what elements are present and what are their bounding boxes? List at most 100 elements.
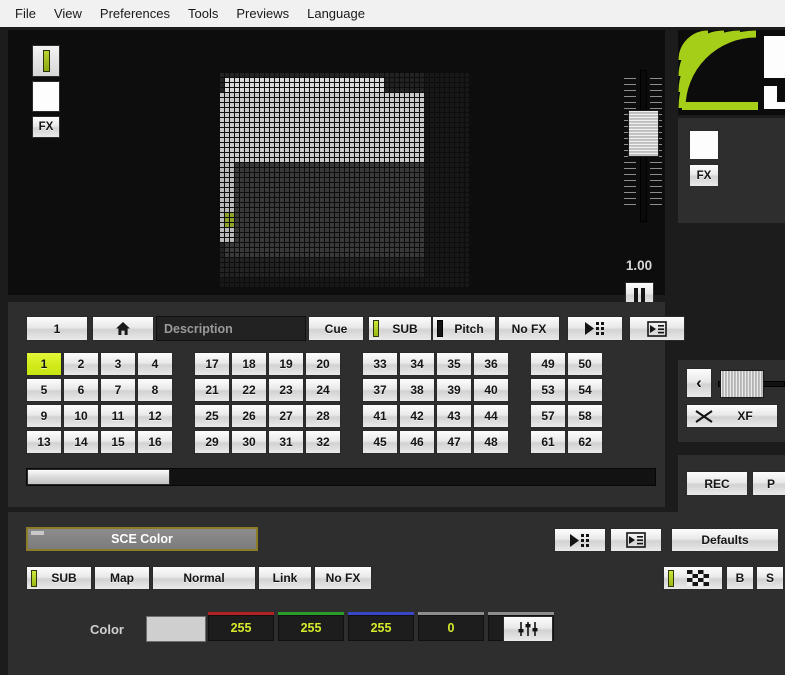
sce-no-fx-button[interactable]: No FX — [314, 566, 372, 590]
xf-button[interactable]: XF — [686, 404, 778, 428]
sce-link-button[interactable]: Link — [258, 566, 312, 590]
cue-button-23[interactable]: 23 — [268, 378, 304, 402]
color-channel-1[interactable]: 255 — [278, 612, 344, 641]
cue-button-50[interactable]: 50 — [567, 352, 603, 376]
cue-button-30[interactable]: 30 — [231, 430, 267, 454]
color-channel-value[interactable]: 0 — [418, 615, 484, 641]
color-channel-2[interactable]: 255 — [348, 612, 414, 641]
color-sliders-button[interactable] — [503, 616, 553, 642]
cue-button-10[interactable]: 10 — [63, 404, 99, 428]
cue-button-19[interactable]: 19 — [268, 352, 304, 376]
cue-button-15[interactable]: 15 — [100, 430, 136, 454]
green-bar-button[interactable] — [32, 45, 60, 77]
cue-button-49[interactable]: 49 — [530, 352, 566, 376]
crossfade-prev-button[interactable]: ‹ — [686, 368, 712, 398]
cue-button-22[interactable]: 22 — [231, 378, 267, 402]
fader-knob[interactable] — [628, 110, 659, 157]
cue-button-26[interactable]: 26 — [231, 404, 267, 428]
cue-button-54[interactable]: 54 — [567, 378, 603, 402]
cue-scrollbar[interactable] — [26, 468, 656, 486]
cue-scrollbar-thumb[interactable] — [27, 469, 170, 485]
cue-button-7[interactable]: 7 — [100, 378, 136, 402]
sce-b-button[interactable]: B — [726, 566, 754, 590]
cue-button-21[interactable]: 21 — [194, 378, 230, 402]
cue-button-61[interactable]: 61 — [530, 430, 566, 454]
pitch-button[interactable]: Pitch — [432, 316, 496, 341]
cue-button-37[interactable]: 37 — [362, 378, 398, 402]
fx-button[interactable]: FX — [689, 164, 719, 187]
cue-button-42[interactable]: 42 — [399, 404, 435, 428]
cue-button-48[interactable]: 48 — [473, 430, 509, 454]
cue-button-53[interactable]: 53 — [530, 378, 566, 402]
defaults-button[interactable]: Defaults — [671, 528, 779, 552]
cue-button-45[interactable]: 45 — [362, 430, 398, 454]
sce-step-sequence-button[interactable] — [554, 528, 606, 552]
cue-button-46[interactable]: 46 — [399, 430, 435, 454]
cue-button-5[interactable]: 5 — [26, 378, 62, 402]
cue-button-58[interactable]: 58 — [567, 404, 603, 428]
menu-item-tools[interactable]: Tools — [179, 3, 227, 24]
sce-title-button[interactable]: SCE Color — [26, 527, 258, 551]
sce-map-button[interactable]: Map — [94, 566, 150, 590]
cue-button-25[interactable]: 25 — [194, 404, 230, 428]
sce-checker-button[interactable] — [663, 566, 723, 590]
cue-button-16[interactable]: 16 — [137, 430, 173, 454]
cue-button-32[interactable]: 32 — [305, 430, 341, 454]
cue-button[interactable]: Cue — [308, 316, 364, 341]
color-swatch[interactable] — [146, 616, 206, 642]
step-sequence-button[interactable] — [567, 316, 623, 341]
cue-button-17[interactable]: 17 — [194, 352, 230, 376]
home-button[interactable] — [92, 316, 154, 341]
cue-button-3[interactable]: 3 — [100, 352, 136, 376]
sce-sub-button[interactable]: SUB — [26, 566, 92, 590]
cue-button-47[interactable]: 47 — [436, 430, 472, 454]
cue-button-1[interactable]: 1 — [26, 352, 62, 376]
sub-button[interactable]: SUB — [368, 316, 432, 341]
cue-button-28[interactable]: 28 — [305, 404, 341, 428]
no-fx-button[interactable]: No FX — [498, 316, 560, 341]
cue-button-11[interactable]: 11 — [100, 404, 136, 428]
cue-button-24[interactable]: 24 — [305, 378, 341, 402]
sce-s-button[interactable]: S — [756, 566, 784, 590]
menu-item-preferences[interactable]: Preferences — [91, 3, 179, 24]
menu-item-view[interactable]: View — [45, 3, 91, 24]
color-channel-0[interactable]: 255 — [208, 612, 274, 641]
cue-button-2[interactable]: 2 — [63, 352, 99, 376]
menu-item-language[interactable]: Language — [298, 3, 374, 24]
cue-button-13[interactable]: 13 — [26, 430, 62, 454]
master-fader[interactable] — [613, 48, 675, 248]
cue-button-57[interactable]: 57 — [530, 404, 566, 428]
cue-button-6[interactable]: 6 — [63, 378, 99, 402]
menu-item-file[interactable]: File — [6, 3, 45, 24]
white-color-button[interactable] — [689, 130, 719, 160]
cue-button-35[interactable]: 35 — [436, 352, 472, 376]
cue-button-27[interactable]: 27 — [268, 404, 304, 428]
sce-normal-button[interactable]: Normal — [152, 566, 256, 590]
cue-button-38[interactable]: 38 — [399, 378, 435, 402]
cue-button-9[interactable]: 9 — [26, 404, 62, 428]
cue-button-14[interactable]: 14 — [63, 430, 99, 454]
cue-button-62[interactable]: 62 — [567, 430, 603, 454]
cue-button-20[interactable]: 20 — [305, 352, 341, 376]
fx-button[interactable]: FX — [32, 116, 60, 138]
cue-index-button[interactable]: 1 — [26, 316, 88, 341]
cue-button-43[interactable]: 43 — [436, 404, 472, 428]
cue-button-18[interactable]: 18 — [231, 352, 267, 376]
color-channel-value[interactable]: 255 — [278, 615, 344, 641]
color-channel-3[interactable]: 0 — [418, 612, 484, 641]
cue-button-33[interactable]: 33 — [362, 352, 398, 376]
description-input[interactable]: Description — [156, 316, 306, 341]
led-matrix-preview[interactable] — [220, 73, 470, 288]
cue-button-4[interactable]: 4 — [137, 352, 173, 376]
crossfader-knob[interactable] — [720, 370, 764, 398]
color-channel-value[interactable]: 255 — [348, 615, 414, 641]
rec-button[interactable]: REC — [686, 471, 748, 496]
cue-button-36[interactable]: 36 — [473, 352, 509, 376]
color-channel-value[interactable]: 255 — [208, 615, 274, 641]
play-button[interactable]: P — [752, 471, 785, 496]
cue-button-29[interactable]: 29 — [194, 430, 230, 454]
sce-list-play-button[interactable] — [610, 528, 662, 552]
menu-item-previews[interactable]: Previews — [227, 3, 298, 24]
cue-button-8[interactable]: 8 — [137, 378, 173, 402]
cue-button-39[interactable]: 39 — [436, 378, 472, 402]
